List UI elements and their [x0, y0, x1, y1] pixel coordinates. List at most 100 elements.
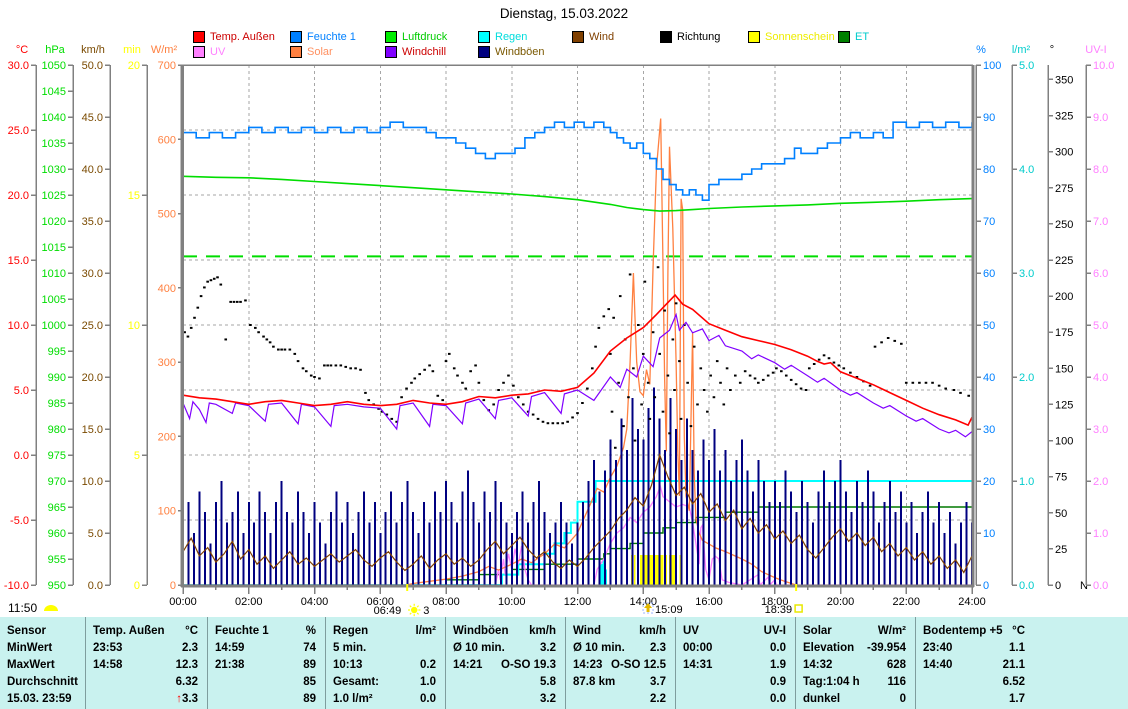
svg-text:8.0: 8.0 [1093, 164, 1108, 176]
svg-text:950: 950 [48, 580, 66, 592]
svg-text:10: 10 [128, 320, 140, 332]
table-row-label: 15.03. 23:59 [0, 691, 85, 708]
svg-text:25.0: 25.0 [82, 320, 103, 332]
table-column-header: Windkm/h [566, 622, 675, 639]
svg-text:12:00: 12:00 [564, 596, 592, 608]
svg-text:2.0: 2.0 [1093, 476, 1108, 488]
moon-icon [44, 605, 58, 611]
svg-text:5.0: 5.0 [14, 385, 29, 397]
svg-text:%: % [976, 44, 986, 56]
svg-text:985: 985 [48, 398, 66, 410]
svg-text:300: 300 [158, 357, 176, 369]
svg-text:20.0: 20.0 [82, 372, 103, 384]
svg-text:250: 250 [1055, 219, 1073, 231]
svg-text:1.0: 1.0 [1019, 476, 1034, 488]
axis-sunmin: 05101520min [123, 44, 147, 592]
svg-text:1050: 1050 [42, 60, 66, 72]
table-cell: 3.2 [446, 691, 565, 708]
svg-text:45.0: 45.0 [82, 112, 103, 124]
table-cell: dunkel0 [796, 691, 915, 708]
svg-text:100: 100 [158, 506, 176, 518]
table-cell: 2.2 [566, 691, 675, 708]
svg-text:min: min [123, 44, 141, 56]
series-richtung [183, 266, 970, 449]
table-column-header: Windböenkm/h [446, 622, 565, 639]
svg-text:1.0: 1.0 [1093, 528, 1108, 540]
svg-text:1040: 1040 [42, 112, 66, 124]
svg-text:275: 275 [1055, 183, 1073, 195]
svg-text:50.0: 50.0 [82, 60, 103, 72]
svg-text:25: 25 [1055, 544, 1067, 556]
table-header-sensor: Sensor [0, 622, 85, 639]
svg-text:1020: 1020 [42, 216, 66, 228]
svg-text:2.0: 2.0 [1019, 372, 1034, 384]
svg-text:20:00: 20:00 [827, 596, 855, 608]
svg-text:10.0: 10.0 [1093, 60, 1114, 72]
svg-text:5.0: 5.0 [1019, 60, 1034, 72]
svg-text:°C: °C [16, 44, 28, 56]
svg-text:15: 15 [128, 190, 140, 202]
moonrise-annotation: 15:09 [643, 603, 683, 616]
svg-text:975: 975 [48, 450, 66, 462]
svg-text:1015: 1015 [42, 242, 66, 254]
table-cell: Ø 10 min.2.3 [566, 639, 675, 656]
svg-text:-10.0: -10.0 [4, 580, 29, 592]
table-column-feuchte-1: Feuchte 1%14:597421:38898589 [207, 617, 325, 709]
svg-text:30.0: 30.0 [8, 60, 29, 72]
table-cell: 5 min. [326, 639, 445, 656]
svg-text:0.0: 0.0 [14, 450, 29, 462]
chart-canvas: -10.0-5.00.05.010.015.020.025.030.0°C950… [0, 0, 1128, 617]
table-cell: ↑3.3 [86, 691, 207, 708]
svg-text:35.0: 35.0 [82, 216, 103, 228]
svg-text:40: 40 [983, 372, 995, 384]
axis-lm2: 0.01.02.03.04.05.0l/m² [1012, 44, 1034, 592]
table-column-header: Temp. Außen°C [86, 622, 207, 639]
series-windchill [183, 315, 972, 437]
svg-text:15:09: 15:09 [655, 604, 683, 616]
svg-text:1025: 1025 [42, 190, 66, 202]
svg-text:955: 955 [48, 554, 66, 566]
svg-text:90: 90 [983, 112, 995, 124]
table-cell: Ø 10 min.3.2 [446, 639, 565, 656]
svg-text:30.0: 30.0 [82, 268, 103, 280]
table-cell: 1.0 l/m²0.0 [326, 691, 445, 708]
svg-text:9.0: 9.0 [1093, 112, 1108, 124]
weather-day-chart-window: Dienstag, 15.03.2022 Temp. AußenFeuchte … [0, 0, 1128, 709]
table-column-windb-en: Windböenkm/hØ 10 min.3.214:21O-SO 19.35.… [445, 617, 565, 709]
table-cell: 1.7 [916, 691, 1034, 708]
svg-text:20.0: 20.0 [8, 190, 29, 202]
table-cell: 00:000.0 [676, 639, 795, 656]
table-cell: Elevation-39.954 [796, 639, 915, 656]
svg-text:125: 125 [1055, 399, 1073, 411]
svg-text:50: 50 [983, 320, 995, 332]
svg-text:3: 3 [423, 605, 429, 617]
table-cell: Tag:1:04 h116 [796, 674, 915, 691]
svg-text:W/m²: W/m² [151, 44, 178, 56]
svg-text:hPa: hPa [45, 44, 65, 56]
trend-up-icon: ↑ [176, 693, 182, 705]
svg-text:50: 50 [1055, 508, 1067, 520]
svg-text:200: 200 [158, 431, 176, 443]
svg-text:11:50: 11:50 [8, 601, 37, 615]
svg-text:100: 100 [983, 60, 1001, 72]
svg-text:UV-I: UV-I [1085, 44, 1106, 56]
svg-text:400: 400 [158, 283, 176, 295]
svg-text:25.0: 25.0 [8, 125, 29, 137]
table-cell: 0.9 [676, 674, 795, 691]
table-cell: 6.32 [86, 674, 207, 691]
svg-text:350: 350 [1055, 74, 1073, 86]
svg-text:1035: 1035 [42, 138, 66, 150]
table-column-header: Bodentemp +5°C [916, 622, 1034, 639]
svg-text:20: 20 [128, 60, 140, 72]
table-column-wind: Windkm/hØ 10 min.2.314:23O-SO 12.587.8 k… [565, 617, 675, 709]
svg-text:1030: 1030 [42, 164, 66, 176]
axis-hpa: 9509559609659709759809859909951000100510… [42, 44, 73, 592]
table-cell: 87.8 km3.7 [566, 674, 675, 691]
table-row-label: MaxWert [0, 656, 85, 673]
table-row-label: Durchschnitt [0, 674, 85, 691]
svg-text:965: 965 [48, 502, 66, 514]
svg-text:75: 75 [1055, 472, 1067, 484]
table-cell: 23:401.1 [916, 639, 1034, 656]
axis-kmh: 0.05.010.015.020.025.030.035.040.045.050… [81, 44, 110, 592]
svg-text:0.0: 0.0 [88, 580, 103, 592]
